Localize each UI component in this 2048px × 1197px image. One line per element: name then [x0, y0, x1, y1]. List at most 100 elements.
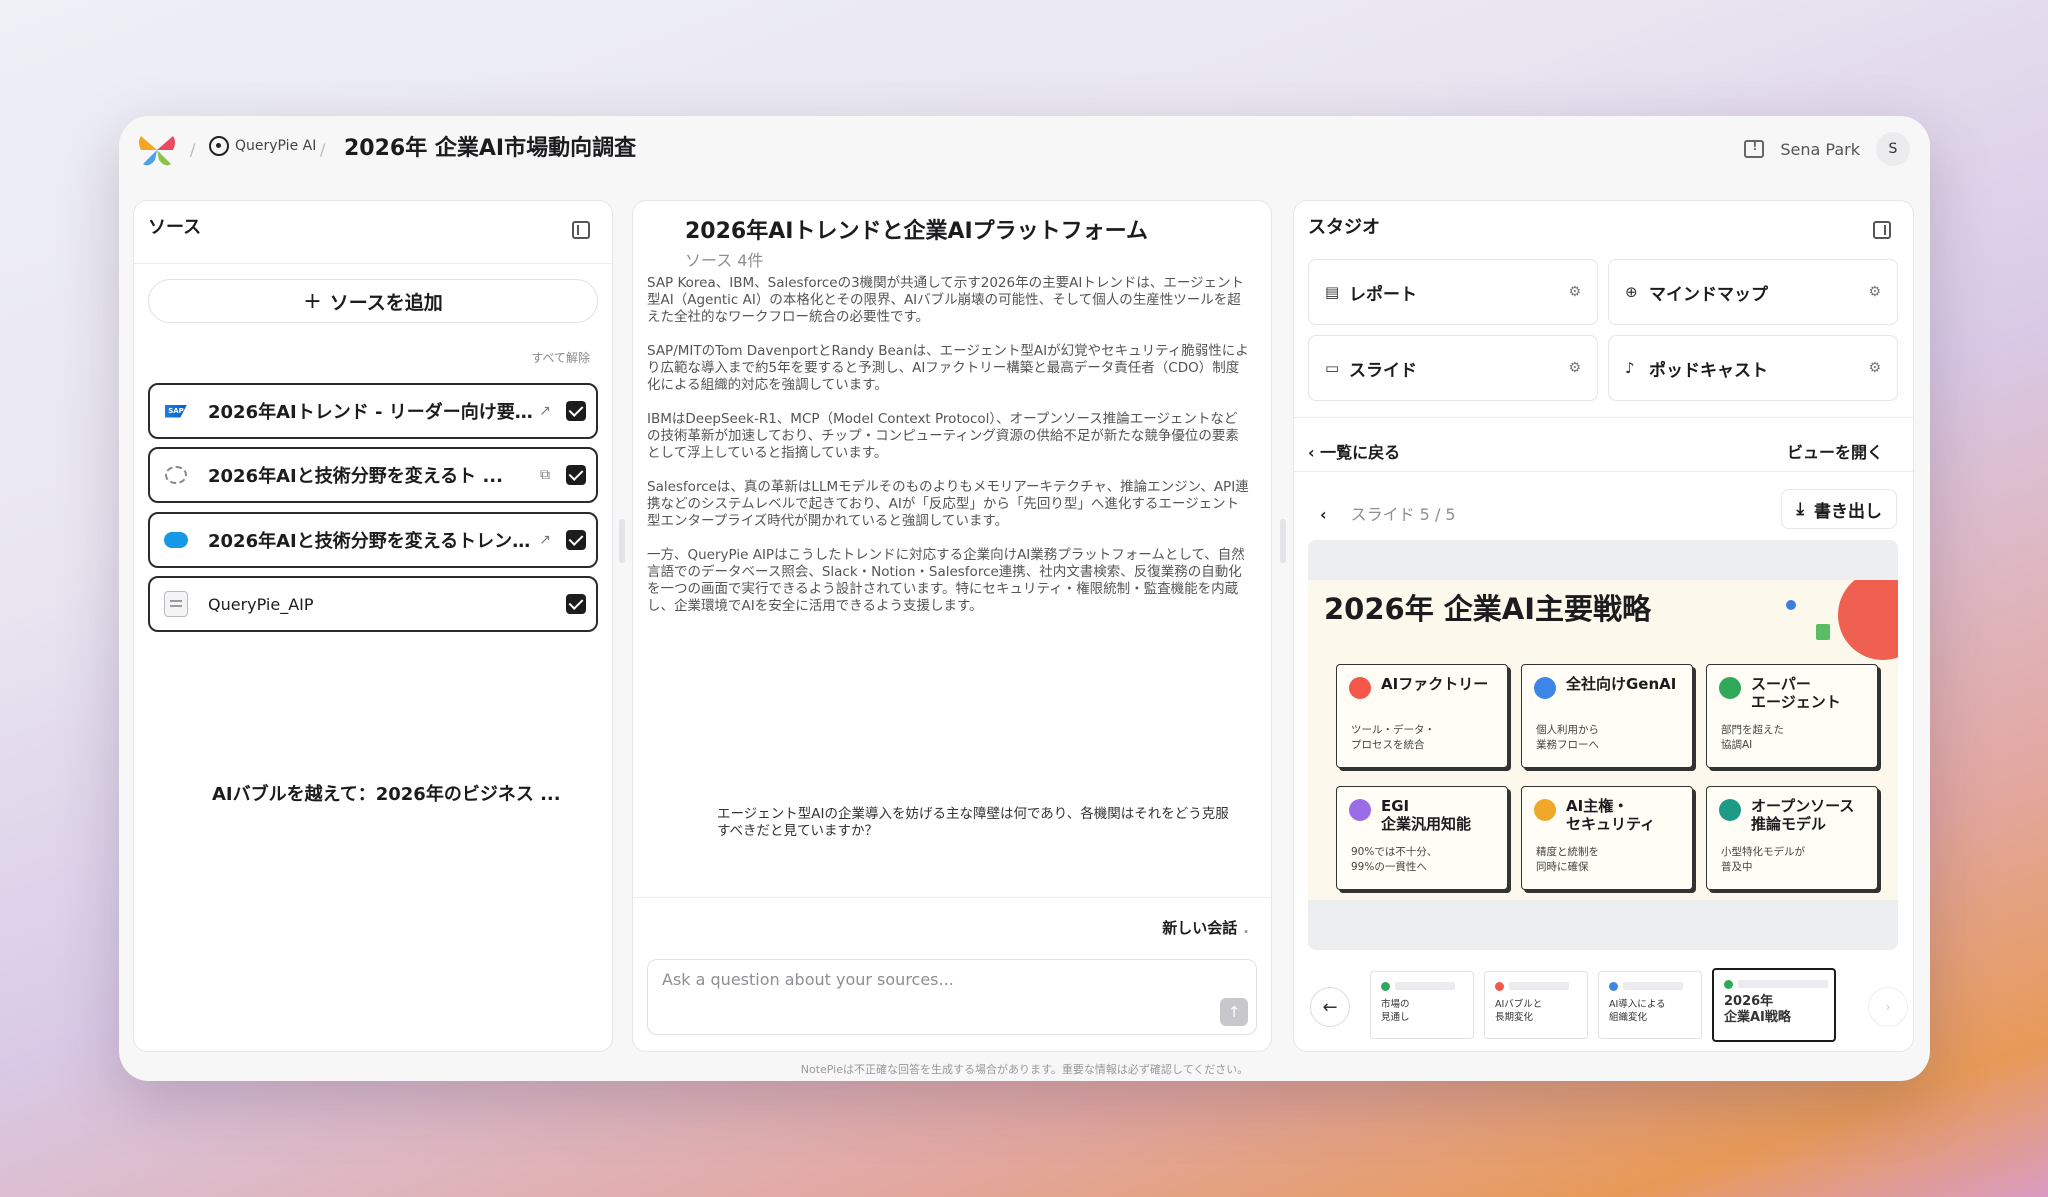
strategy-card: AIファクトリー ツール・データ・ プロセスを統合	[1336, 664, 1508, 768]
source-checkbox[interactable]	[566, 401, 586, 421]
new-chat-label: 新しい会話	[1162, 919, 1238, 937]
card-desc: 精度と統制を 同時に確保	[1536, 846, 1599, 873]
slides-icon: ▭	[1325, 359, 1340, 377]
disclaimer-note: NotePieは不正確な回答を生成する場合があります。重要な情報は必ず確認してく…	[800, 1063, 1249, 1076]
card-title: スーパー エージェント	[1751, 675, 1841, 711]
source-item-unchecked[interactable]: AIバブルを越えて：2026年のビジネス ...	[212, 780, 561, 806]
podcast-button[interactable]: ♪ ポッドキャスト ⚙	[1608, 335, 1898, 401]
dot-icon: .	[1243, 919, 1249, 937]
back-to-list-button[interactable]: ‹ 一覧に戻る	[1308, 439, 1400, 463]
querypie-icon	[209, 136, 229, 156]
source-item[interactable]: 2026年AIと技術分野を変えるトレンド ... ↗	[148, 512, 598, 568]
new-chat-button[interactable]: 新しい会話.	[1162, 917, 1249, 938]
card-dot-icon	[1719, 799, 1741, 821]
top-bar: / QueryPie AI / 2026年 企業AI市場動向調査 Sena Pa…	[119, 116, 1930, 184]
decorative-dot	[1786, 600, 1796, 610]
report-label: レポート	[1349, 284, 1417, 305]
add-source-label: ソースを追加	[329, 291, 443, 314]
source-checkbox[interactable]	[566, 594, 586, 614]
thumbnail-bar	[1623, 982, 1683, 990]
slide-thumbnail[interactable]: AIバブルと 長期変化	[1484, 971, 1588, 1039]
thumbnail-dot-icon	[1495, 982, 1504, 991]
divider	[134, 263, 612, 264]
studio-panel-title: スタジオ	[1308, 217, 1380, 238]
collapse-panel-icon[interactable]	[1873, 221, 1891, 239]
source-checkbox[interactable]	[566, 530, 586, 550]
settings-sliders-icon[interactable]: ⚙	[1568, 284, 1581, 300]
chat-title: 2026年AIトレンドと企業AIプラットフォーム	[685, 219, 1148, 244]
external-link-icon[interactable]: ↗	[534, 532, 556, 548]
feedback-icon[interactable]	[1744, 140, 1765, 158]
source-item[interactable]: SAP 2026年AIトレンド - リーダー向け要点 ... ↗	[148, 383, 598, 439]
resize-handle[interactable]	[619, 519, 625, 563]
add-source-button[interactable]: + ソースを追加	[148, 279, 598, 323]
card-title: EGI 企業汎用知能	[1381, 797, 1472, 833]
card-dot-icon	[1719, 677, 1741, 699]
user-name[interactable]: Sena Park	[1780, 140, 1860, 159]
deselect-all-button[interactable]: すべて解除	[531, 349, 590, 366]
card-title: AIファクトリー	[1381, 675, 1489, 693]
decorative-square	[1816, 624, 1830, 640]
card-dot-icon	[1534, 799, 1556, 821]
thumbnail-bar	[1395, 982, 1455, 990]
settings-sliders-icon[interactable]: ⚙	[1868, 284, 1881, 300]
card-desc: 部門を超えた 協調AI	[1721, 724, 1784, 751]
summary-text: SAP Korea、IBM、Salesforceの3機関が共通して示す2026年…	[647, 275, 1249, 632]
question-input[interactable]	[662, 970, 1222, 989]
card-desc: 小型特化モデルが 普及中	[1721, 846, 1805, 873]
summary-paragraph: SAP Korea、IBM、Salesforceの3機関が共通して示す2026年…	[647, 275, 1245, 325]
export-button[interactable]: ⤓ 書き出し	[1781, 489, 1897, 529]
breadcrumb-app-label: QueryPie AI	[235, 138, 317, 154]
resize-handle[interactable]	[1280, 519, 1286, 563]
slide-thumbnails: ← 市場の 見通し AIバブルと 長期変化 AI導入による 組織変化 2026年…	[1308, 968, 1908, 1047]
mindmap-icon: ⊕	[1625, 283, 1638, 301]
source-count: ソース 4件	[685, 251, 764, 270]
mindmap-button[interactable]: ⊕ マインドマップ ⚙	[1608, 259, 1898, 325]
microphone-icon: ♪	[1625, 359, 1635, 377]
card-desc: ツール・データ・ プロセスを統合	[1351, 724, 1435, 751]
source-checkbox[interactable]	[566, 465, 586, 485]
external-link-icon[interactable]: ⧉	[534, 467, 556, 483]
source-item[interactable]: 2026年AIと技術分野を変えるト ... ⧉	[148, 447, 598, 503]
breadcrumb-app[interactable]: QueryPie AI	[209, 136, 316, 156]
ask-box[interactable]: ↑	[647, 959, 1257, 1035]
plus-icon: +	[303, 288, 322, 314]
page-title[interactable]: 2026年 企業AI市場動向調査	[344, 130, 636, 162]
slides-label: スライド	[1349, 360, 1417, 381]
card-title: 全社向けGenAI	[1566, 675, 1677, 693]
send-button[interactable]: ↑	[1220, 998, 1248, 1026]
source-item[interactable]: QueryPie_AIP	[148, 576, 598, 632]
report-button[interactable]: ▤ レポート ⚙	[1308, 259, 1598, 325]
thumbnail-bar	[1738, 980, 1828, 988]
open-view-button[interactable]: ビューを開く	[1787, 439, 1883, 463]
external-link-icon[interactable]: ↗	[534, 403, 556, 419]
download-icon: ⤓	[1796, 499, 1804, 519]
slide-thumbnail[interactable]: AI導入による 組織変化	[1598, 971, 1702, 1039]
strategy-card: AI主権・ セキュリティ 精度と統制を 同時に確保	[1521, 786, 1693, 890]
slide-preview-frame: 2026年 企業AI主要戦略 AIファクトリー ツール・データ・ プロセスを統合…	[1308, 540, 1898, 950]
divider	[1294, 417, 1913, 418]
podcast-label: ポッドキャスト	[1649, 360, 1768, 381]
chevron-right-icon[interactable]: ›	[1868, 987, 1908, 1027]
suggested-question[interactable]: エージェント型AIの企業導入を妨げる主な障壁は何であり、各機関はそれをどう克服す…	[717, 806, 1237, 840]
slide-preview[interactable]: 2026年 企業AI主要戦略 AIファクトリー ツール・データ・ プロセスを統合…	[1308, 580, 1898, 900]
card-title: AI主権・ セキュリティ	[1566, 797, 1656, 833]
slide-thumbnail[interactable]: 市場の 見通し	[1370, 971, 1474, 1039]
salesforce-logo-icon	[162, 532, 190, 548]
settings-sliders-icon[interactable]: ⚙	[1568, 360, 1581, 376]
settings-sliders-icon[interactable]: ⚙	[1868, 360, 1881, 376]
chevron-left-icon[interactable]: ‹	[1320, 505, 1327, 524]
slides-button[interactable]: ▭ スライド ⚙	[1308, 335, 1598, 401]
butterfly-logo-icon[interactable]	[137, 132, 177, 168]
slide-counter-row: ‹ スライド 5 / 5	[1320, 501, 1456, 525]
avatar[interactable]: S	[1876, 132, 1910, 166]
sources-panel: ソース + ソースを追加 すべて解除 SAP 2026年AIトレンド - リーダ…	[133, 200, 613, 1052]
source-title: QueryPie_AIP	[208, 594, 314, 614]
report-icon: ▤	[1325, 283, 1340, 301]
strategy-card: オープンソース 推論モデル 小型特化モデルが 普及中	[1706, 786, 1878, 890]
thumbnail-dot-icon	[1609, 982, 1618, 991]
arrow-left-icon[interactable]: ←	[1310, 987, 1350, 1027]
collapse-sidebar-icon[interactable]	[572, 221, 590, 239]
slide-thumbnail-active[interactable]: 2026年 企業AI戦略	[1712, 968, 1836, 1042]
card-desc: 90%では不十分、 99%の一貫性へ	[1351, 846, 1438, 873]
